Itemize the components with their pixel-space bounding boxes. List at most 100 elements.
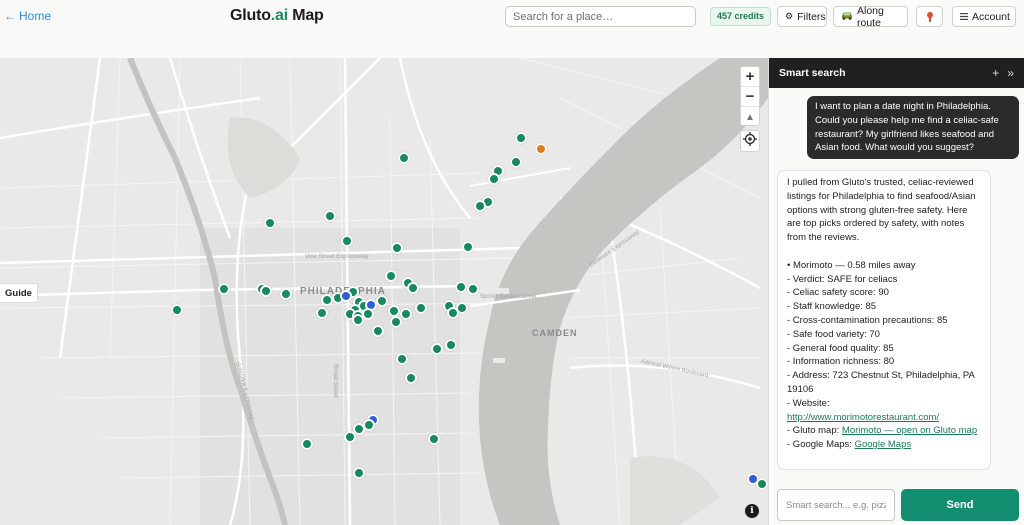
arrow-left-icon: ← (4, 9, 16, 23)
car-icon (841, 11, 853, 23)
map-label-camden: CAMDEN (532, 328, 578, 338)
map-marker[interactable] (455, 281, 467, 293)
map[interactable]: PHILADELPHIA CAMDEN Vine Street Expressw… (0, 58, 768, 525)
street-label: Spring Garden Street (480, 294, 537, 300)
map-marker[interactable] (400, 308, 412, 320)
title-brand: Gluto (230, 7, 271, 24)
app-title: Gluto.ai Map (230, 7, 324, 25)
along-route-label: Along route (857, 4, 884, 29)
map-marker[interactable] (462, 241, 474, 253)
map-marker[interactable] (260, 285, 272, 297)
filter-icon: ⚙ (785, 11, 794, 21)
gluto-map-link[interactable]: Morimoto — open on Gluto map (842, 425, 977, 436)
map-marker[interactable] (445, 339, 457, 351)
map-marker[interactable] (341, 235, 353, 247)
collapse-panel-icon[interactable]: » (1007, 66, 1014, 80)
place-search-input[interactable] (505, 6, 696, 27)
map-marker[interactable] (398, 152, 410, 164)
map-marker[interactable] (372, 325, 384, 337)
map-marker[interactable] (756, 478, 768, 490)
map-marker[interactable] (324, 210, 336, 222)
filters-label: Filters (797, 10, 826, 23)
result-line: - Staff knowledge: 85 (787, 301, 877, 313)
locate-me-button[interactable] (740, 130, 760, 152)
user-message: I want to plan a date night in Philadelp… (807, 96, 1019, 160)
top-bar: ← Home Gluto.ai Map 457 credits ⚙ Filter… (0, 0, 1024, 36)
map-marker[interactable] (488, 173, 500, 185)
map-marker[interactable] (390, 316, 402, 328)
zoom-controls: + − ▲ (740, 66, 760, 126)
map-marker[interactable] (535, 143, 547, 155)
map-marker[interactable] (407, 282, 419, 294)
map-marker[interactable] (280, 288, 292, 300)
result-line: - Verdict: SAFE for celiacs (787, 273, 898, 285)
pin-icon (926, 11, 934, 22)
street-label: Broad Street (331, 364, 338, 398)
map-marker[interactable] (431, 343, 443, 355)
map-marker[interactable] (428, 433, 440, 445)
send-button[interactable]: Send (901, 489, 1019, 521)
map-marker[interactable] (264, 217, 276, 229)
map-marker[interactable] (396, 353, 408, 365)
google-maps-line: - Google Maps: Google Maps (787, 438, 981, 452)
title-ai: .ai (270, 7, 288, 24)
crosshair-icon (743, 131, 757, 151)
map-marker[interactable] (385, 270, 397, 282)
map-marker[interactable] (447, 307, 459, 319)
map-marker[interactable] (391, 242, 403, 254)
website-line: http://www.morimotorestaurant.com/ (787, 411, 981, 425)
zoom-in-button[interactable]: + (741, 67, 759, 87)
title-suffix: Map (287, 7, 324, 24)
gluto-map-prefix: - Gluto map: (787, 425, 842, 437)
zoom-out-button[interactable]: − (741, 87, 759, 107)
result-line: - Cross-contamination precautions: 85 (787, 314, 948, 326)
map-marker-selected[interactable] (340, 290, 352, 302)
account-button[interactable]: Account (952, 6, 1016, 27)
panel-title: Smart search (779, 67, 846, 79)
google-maps-link[interactable]: Google Maps (855, 439, 912, 450)
smart-search-input[interactable] (777, 489, 895, 521)
account-label: Account (972, 10, 1010, 23)
along-route-button[interactable]: Along route (833, 4, 908, 29)
map-marker[interactable] (171, 304, 183, 316)
map-marker[interactable] (515, 132, 527, 144)
info-icon[interactable]: i (745, 504, 759, 518)
map-marker[interactable] (301, 438, 313, 450)
new-chat-icon[interactable]: + (992, 66, 999, 80)
result-line: - General food quality: 85 (787, 342, 894, 354)
filters-button[interactable]: ⚙ Filters (777, 6, 827, 27)
panel-header: Smart search + » (769, 58, 1024, 88)
menu-icon (960, 11, 968, 23)
drop-pin-button[interactable] (916, 6, 943, 27)
map-marker[interactable] (376, 295, 388, 307)
assistant-message: I pulled from Gluto's trusted, celiac-re… (777, 170, 991, 470)
map-marker[interactable] (474, 200, 486, 212)
assistant-intro: I pulled from Gluto's trusted, celiac-re… (787, 177, 976, 244)
map-marker[interactable] (352, 314, 364, 326)
gluto-map-line: - Gluto map: Morimoto — open on Gluto ma… (787, 424, 981, 438)
google-maps-prefix: - Google Maps: (787, 439, 855, 451)
guide-tab[interactable]: Guide (0, 283, 38, 303)
result-line: - Information richness: 80 (787, 356, 895, 368)
result-line: • Morimoto — 0.58 miles away (787, 259, 916, 271)
result-line: - Website: (787, 397, 830, 409)
website-link[interactable]: http://www.morimotorestaurant.com/ (787, 412, 939, 423)
map-marker[interactable] (344, 431, 356, 443)
street-label: Vine Street Expressway (305, 254, 369, 260)
result-line: - Celiac safety score: 90 (787, 287, 889, 299)
map-marker[interactable] (510, 156, 522, 168)
panel-actions: + » (992, 66, 1014, 80)
map-marker[interactable] (405, 372, 417, 384)
credits-badge: 457 credits (710, 7, 772, 26)
compass-icon[interactable]: ▲ (741, 107, 759, 127)
result-line: - Safe food variety: 70 (787, 328, 880, 340)
map-marker[interactable] (415, 302, 427, 314)
home-label: Home (19, 9, 52, 23)
home-link[interactable]: ← Home (4, 9, 51, 23)
map-marker[interactable] (218, 283, 230, 295)
result-line: - Address: 723 Chestnut St, Philadelphia… (787, 370, 975, 395)
map-marker[interactable] (316, 307, 328, 319)
map-marker[interactable] (467, 283, 479, 295)
smart-search-panel: Smart search + » I want to plan a date n… (768, 58, 1024, 525)
map-marker[interactable] (353, 467, 365, 479)
